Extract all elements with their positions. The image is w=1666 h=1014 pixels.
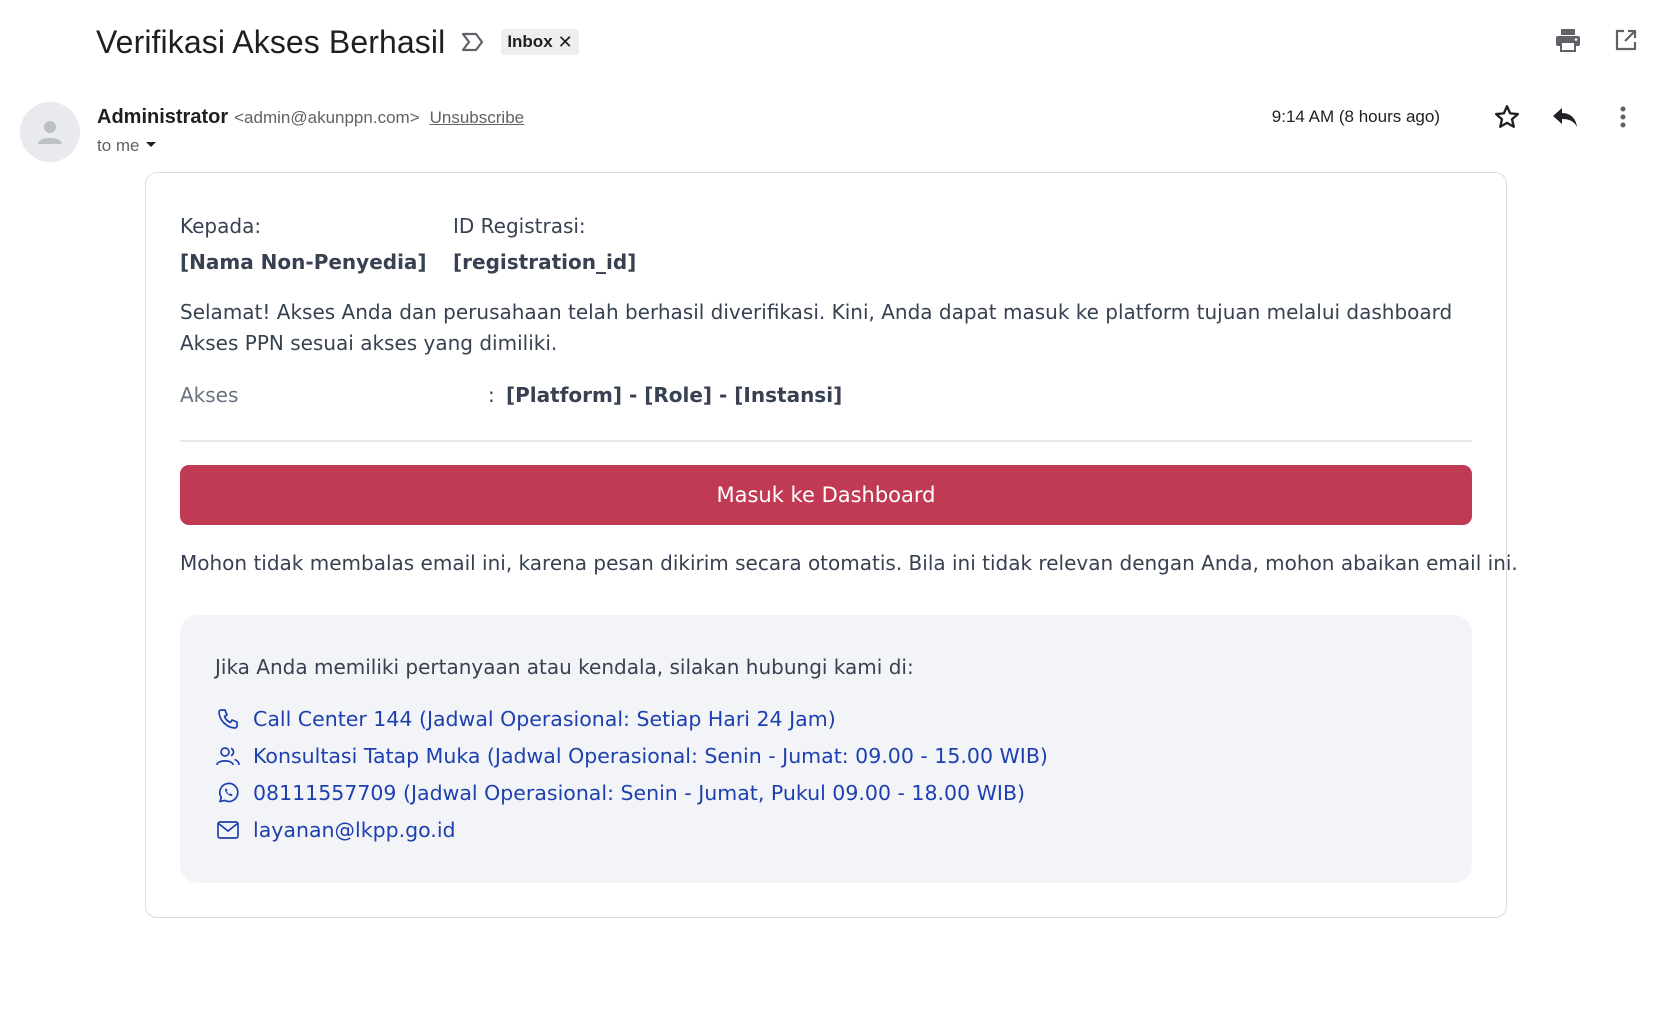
registration-id-label: ID Registrasi: [453,214,586,238]
inbox-label-chip: Inbox ✕ [501,29,579,55]
thread-actions [1554,26,1640,54]
to-value: [Nama Non-Penyedia] [180,250,427,274]
recipient-text: to me [97,136,140,155]
recipient-details-toggle[interactable]: to me [97,136,158,156]
message-meta: 9:14 AM (8 hours ago) [1272,100,1640,134]
dashboard-button[interactable]: Masuk ke Dashboard [180,465,1472,525]
registration-column: ID Registrasi: [registration_id] [453,209,636,281]
contact-email[interactable]: layanan@lkpp.go.id [215,814,1048,846]
no-reply-notice: Mohon tidak membalas email ini, karena p… [180,551,1518,575]
to-label: Kepada: [180,214,262,238]
email-body-card: Kepada: [Nama Non-Penyedia] ID Registras… [145,172,1518,918]
contact-list: Call Center 144 (Jadwal Operasional: Set… [215,703,1048,846]
sender-avatar [20,102,80,162]
akses-label: Akses [180,383,239,407]
users-icon [215,743,241,769]
message-timestamp: 9:14 AM (8 hours ago) [1271,107,1440,126]
more-options-icon[interactable] [1606,100,1640,134]
unsubscribe-link[interactable]: Unsubscribe [430,108,525,128]
reply-icon[interactable] [1548,100,1582,134]
contact-call-center-text: Call Center 144 (Jadwal Operasional: Set… [253,707,836,731]
contact-face-to-face[interactable]: Konsultasi Tatap Muka (Jadwal Operasiona… [215,740,1048,772]
print-icon[interactable] [1554,26,1582,54]
chevron-down-icon [144,136,158,156]
contact-whatsapp[interactable]: 08111557709 (Jadwal Operasional: Senin -… [215,777,1048,809]
mail-icon [215,817,241,843]
divider [180,440,1472,442]
star-icon[interactable] [1490,100,1524,134]
sender-line: Administrator <admin@akunppn.com> Unsubs… [97,106,524,129]
subject-row: Verifikasi Akses Berhasil Inbox ✕ [96,20,579,64]
akses-separator: : [488,383,495,407]
contact-face-to-face-text: Konsultasi Tatap Muka (Jadwal Operasiona… [253,744,1048,768]
email-subject: Verifikasi Akses Berhasil [96,23,446,60]
sender-email: <admin@akunppn.com> [234,108,420,127]
contact-panel: Jika Anda memiliki pertanyaan atau kenda… [180,615,1472,883]
sender-name[interactable]: Administrator [97,106,228,129]
akses-value: [Platform] - [Role] - [Instansi] [506,383,843,407]
contact-call-center[interactable]: Call Center 144 (Jadwal Operasional: Set… [215,703,1048,735]
akses-row: Akses : [Platform] - [Role] - [Instansi] [180,379,1472,411]
inbox-label-text: Inbox [507,32,553,51]
open-in-new-window-icon[interactable] [1612,26,1640,54]
registration-id-value: [registration_id] [453,250,637,274]
contact-email-text: layanan@lkpp.go.id [253,818,456,842]
recipient-meta: Kepada: [Nama Non-Penyedia] ID Registras… [180,209,636,281]
recipient-column: Kepada: [Nama Non-Penyedia] [180,209,453,281]
importance-marker-icon[interactable] [461,31,487,53]
body-paragraph: Selamat! Akses Anda dan perusahaan telah… [180,300,1453,355]
contact-whatsapp-text: 08111557709 (Jadwal Operasional: Senin -… [253,781,1026,805]
whatsapp-icon [215,780,241,806]
phone-icon [215,706,241,732]
contact-intro: Jika Anda memiliki pertanyaan atau kenda… [215,655,914,679]
remove-label-icon[interactable]: ✕ [558,33,573,51]
